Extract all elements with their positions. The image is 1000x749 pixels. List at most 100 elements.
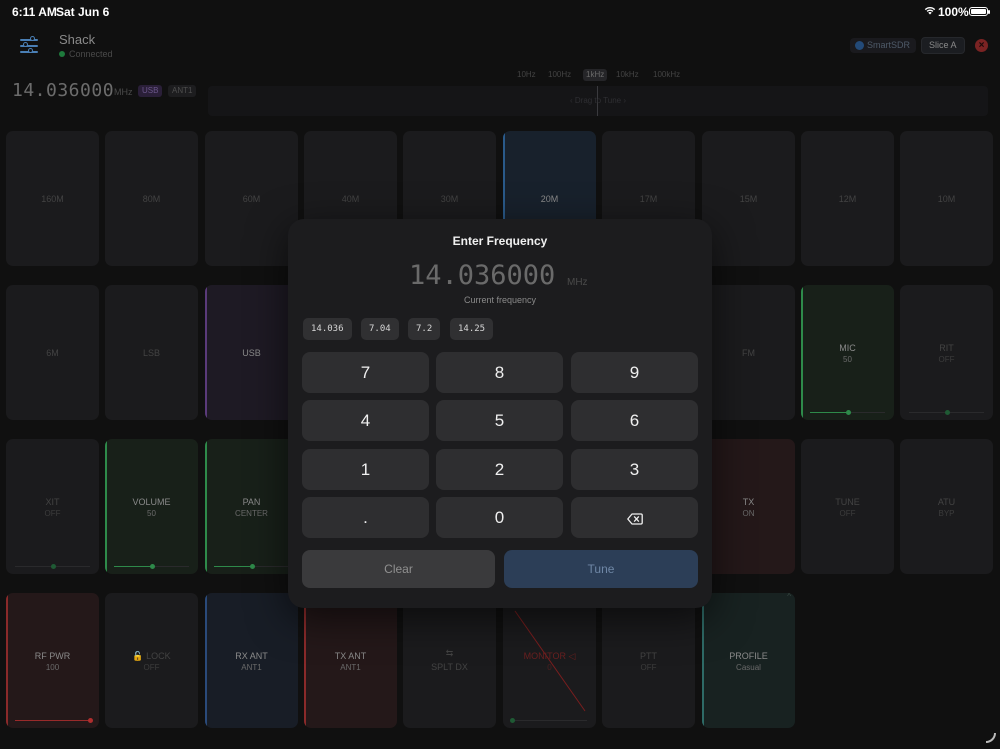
volume-slider[interactable] (114, 564, 189, 569)
dialog-frequency-unit: MHz (567, 277, 588, 288)
control-tile-pan[interactable]: PAN CENTER (205, 439, 298, 574)
tile-value: BYP (938, 509, 955, 518)
tile-label: PTT (640, 651, 657, 661)
band-tile-80m[interactable]: 80M (105, 131, 198, 266)
battery-percent: 100% (938, 5, 969, 19)
smartsdr-badge[interactable]: SmartSDR (850, 38, 917, 53)
control-tile-rx-antenna[interactable]: ^ RX ANT ANT1 (205, 593, 298, 728)
monitor-label: MONITOR (523, 651, 566, 661)
disconnect-close-icon[interactable]: × (975, 39, 988, 52)
tile-label: RIT (939, 343, 954, 353)
tile-label: PAN (242, 497, 261, 507)
control-tile-rit[interactable]: RIT OFF (900, 285, 993, 420)
expand-chevron-icon: ^ (787, 593, 791, 601)
pan-slider[interactable] (214, 564, 289, 569)
control-tile-lock[interactable]: 🔓 LOCK OFF (105, 593, 198, 728)
band-tile-60m[interactable]: 60M (205, 131, 298, 266)
slice-selector[interactable]: Slice A (921, 37, 965, 54)
tile-value: OFF (938, 355, 955, 364)
preset-button[interactable]: 7.2 (408, 318, 441, 340)
tile-label: USB (242, 348, 261, 358)
dialog-frequency-value: 14.036000 (409, 260, 556, 291)
mode-tile-fm[interactable]: FM (702, 285, 795, 420)
tile-value: 0 (547, 663, 552, 672)
step-100hz[interactable]: 100Hz (545, 69, 574, 81)
key-4[interactable]: 4 (302, 400, 429, 441)
tile-label: 160M (41, 194, 64, 204)
key-0[interactable]: 0 (436, 497, 563, 538)
drag-tune-strip[interactable]: ‹ Drag to Tune › (208, 86, 988, 116)
step-10hz[interactable]: 10Hz (514, 69, 539, 81)
status-bar: 6:11 AM Sat Jun 6 100% (0, 0, 1000, 24)
control-tile-mic[interactable]: MIC 50 (801, 285, 894, 420)
control-tile-xit[interactable]: XIT OFF (6, 439, 99, 574)
mode-tile-usb[interactable]: USB (205, 285, 298, 420)
tile-label: MONITOR ◁ (503, 651, 596, 662)
key-1[interactable]: 1 (302, 449, 429, 490)
rit-offset-slider[interactable] (909, 410, 984, 415)
radio-name: Shack (59, 32, 96, 47)
control-tile-atu[interactable]: ATU BYP (900, 439, 993, 574)
key-decimal[interactable]: . (302, 497, 429, 538)
control-tile-monitor[interactable]: MONITOR ◁ 0 (503, 593, 596, 728)
tile-label: 30M (440, 194, 459, 204)
monitor-level-slider[interactable] (510, 718, 587, 723)
key-7[interactable]: 7 (302, 352, 429, 393)
key-8[interactable]: 8 (436, 352, 563, 393)
status-time: 6:11 AM (12, 5, 57, 19)
band-tile-160m[interactable]: 160M (6, 131, 99, 266)
key-3[interactable]: 3 (571, 449, 698, 490)
tile-label: TX ANT (334, 651, 367, 661)
key-2[interactable]: 2 (436, 449, 563, 490)
band-tile-6m[interactable]: 6M (6, 285, 99, 420)
tile-label: 17M (639, 194, 658, 204)
resize-corner-icon (986, 733, 996, 743)
clear-button[interactable]: Clear (302, 550, 495, 588)
key-5[interactable]: 5 (436, 400, 563, 441)
band-tile-12m[interactable]: 12M (801, 131, 894, 266)
status-date: Sat Jun 6 (56, 5, 110, 19)
control-tile-tune[interactable]: TUNE OFF (801, 439, 894, 574)
tile-value: ANT1 (241, 663, 262, 672)
control-tile-rf-power[interactable]: RF PWR 100 (6, 593, 99, 728)
tile-label: 40M (341, 194, 360, 204)
control-tile-volume[interactable]: VOLUME 50 (105, 439, 198, 574)
preset-button[interactable]: 14.036 (303, 318, 352, 340)
tune-button[interactable]: Tune (504, 550, 698, 588)
frequency-display[interactable]: 14.036000 (12, 80, 114, 101)
tile-label: 🔓 LOCK (105, 651, 198, 662)
control-tile-tx-antenna[interactable]: TX ANT ANT1 (304, 593, 397, 728)
settings-sliders-icon[interactable] (18, 36, 42, 56)
tile-value: 50 (843, 355, 852, 364)
dialog-title: Enter Frequency (452, 234, 548, 248)
control-tile-tx[interactable]: TX ON (702, 439, 795, 574)
band-tile-15m[interactable]: 15M (702, 131, 795, 266)
dialog-subtitle: Current frequency (463, 295, 537, 305)
preset-button[interactable]: 7.04 (361, 318, 399, 340)
step-100khz[interactable]: 100kHz (650, 69, 683, 81)
step-1khz[interactable]: 1kHz (583, 69, 608, 81)
step-10khz[interactable]: 10kHz (613, 69, 642, 81)
control-tile-split-dx[interactable]: ⇆ SPLT DX (403, 593, 496, 728)
xit-offset-slider[interactable] (15, 564, 90, 569)
tile-label: TUNE (835, 497, 860, 507)
preset-button[interactable]: 14.25 (450, 318, 494, 340)
tile-label: 15M (739, 194, 758, 204)
tile-label: ATU (937, 497, 956, 507)
key-9[interactable]: 9 (571, 352, 698, 393)
tile-value: Casual (736, 663, 761, 672)
control-tile-ptt[interactable]: PTT OFF (602, 593, 695, 728)
band-tile-10m[interactable]: 10M (900, 131, 993, 266)
frequency-unit: MHz (114, 87, 133, 97)
backspace-button[interactable] (571, 497, 698, 538)
rf-power-slider[interactable] (15, 718, 93, 723)
swap-arrows-icon: ⇆ (445, 648, 454, 658)
mic-level-slider[interactable] (810, 410, 885, 415)
key-6[interactable]: 6 (571, 400, 698, 441)
mode-tile-lsb[interactable]: LSB (105, 285, 198, 420)
tile-value: 50 (147, 509, 156, 518)
tile-label: RF PWR (34, 651, 71, 661)
tile-label: 80M (142, 194, 161, 204)
tile-label: 10M (937, 194, 956, 204)
control-tile-profile[interactable]: ^ PROFILE Casual (702, 593, 795, 728)
